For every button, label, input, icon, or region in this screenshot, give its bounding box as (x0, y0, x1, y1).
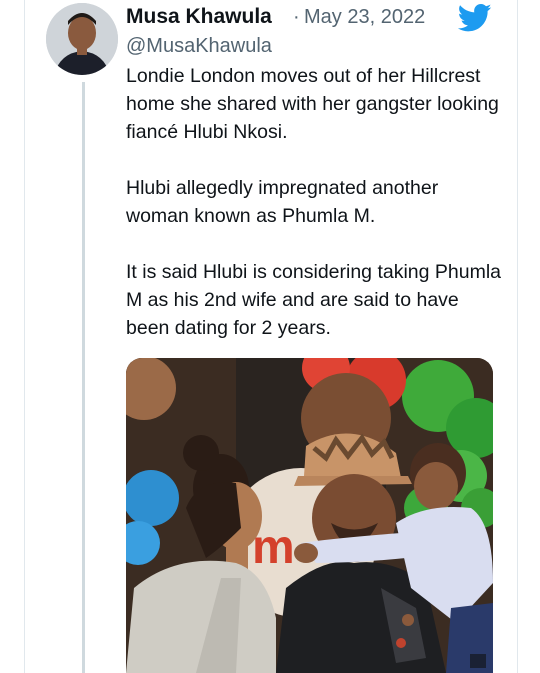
twitter-bird-icon[interactable] (458, 3, 492, 33)
avatar[interactable] (46, 3, 118, 75)
tweet-paragraph-1: Londie London moves out of her Hillcrest… (126, 65, 499, 143)
thread-line (82, 82, 85, 673)
tweet-date[interactable]: May 23, 2022 (304, 6, 425, 29)
avatar-image (46, 3, 118, 75)
tweet-paragraph-3: It is said Hlubi is considering taking P… (126, 261, 502, 339)
tweet-text: Londie London moves out of her Hillcrest… (126, 62, 506, 370)
user-handle[interactable]: @MusaKhawula (126, 35, 272, 58)
tweet-header: Musa Khawula · May 23, 2022 @MusaKhawula (126, 3, 506, 63)
tweet-media-photo[interactable]: m (126, 358, 493, 673)
tweet-paragraph-2: Hlubi allegedly impregnated another woma… (126, 177, 439, 227)
photo-image: m (126, 358, 493, 673)
card-border-left (24, 0, 25, 673)
card-border-right (517, 0, 518, 673)
separator-dot: · (293, 6, 300, 28)
display-name[interactable]: Musa Khawula (126, 5, 272, 29)
